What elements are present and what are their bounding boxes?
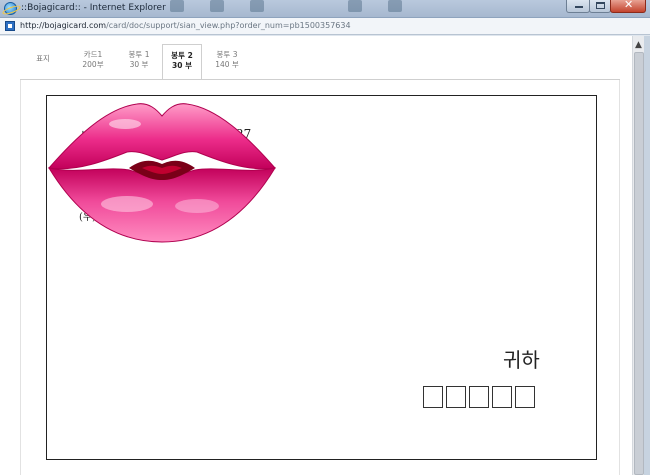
minimize-icon [575, 6, 583, 8]
tab-card1[interactable]: 카드1 200부 [70, 44, 116, 80]
preview-panel: 서 27 (우) 귀하 [20, 80, 620, 475]
postal-code-box [469, 386, 489, 408]
close-icon: ✕ [624, 0, 634, 11]
url-text[interactable]: http://bojagicard.com/card/doc/support/s… [20, 21, 351, 30]
page-viewport: 표지 카드1 200부 봉투 1 30 부 봉투 2 30 부 봉투 3 140… [0, 36, 632, 475]
background-taskbar-icons [170, 0, 410, 18]
tab-cover[interactable]: 표지 [20, 44, 66, 80]
tab-count: 30 부 [172, 61, 192, 70]
recipient-honorific: 귀하 [503, 348, 540, 372]
postal-code-box [492, 386, 512, 408]
tab-bar: 표지 카드1 200부 봉투 1 30 부 봉투 2 30 부 봉투 3 140… [20, 44, 620, 80]
url-host: http://bojagicard.com [20, 21, 107, 30]
vertical-scrollbar[interactable]: ▲ [632, 36, 644, 475]
tab-count: 30 부 [129, 60, 149, 69]
window-titlebar[interactable]: ::Bojagicard:: - Internet Explorer ✕ [0, 0, 650, 18]
tab-envelope1[interactable]: 봉투 1 30 부 [116, 44, 162, 80]
postal-code-box [423, 386, 443, 408]
window-border [644, 36, 650, 475]
postal-code-box [446, 386, 466, 408]
postal-code-box [515, 386, 535, 408]
scrollbar-thumb[interactable] [634, 52, 644, 475]
tab-count: 200부 [82, 60, 104, 69]
postal-code-boxes [423, 386, 535, 408]
url-path: /card/doc/support/sian_view.php?order_nu… [106, 21, 351, 30]
tab-label: 표지 [36, 54, 50, 63]
lips-sticker-icon [47, 103, 277, 243]
window-title: ::Bojagicard:: - Internet Explorer [21, 3, 166, 13]
tab-envelope3[interactable]: 봉투 3 140 부 [204, 44, 250, 80]
ie-icon [4, 2, 17, 15]
tab-label: 봉투 2 [171, 51, 193, 60]
tab-count: 140 부 [215, 60, 239, 69]
page-icon [5, 21, 15, 31]
tab-label: 카드1 [83, 50, 103, 59]
address-bar[interactable]: http://bojagicard.com/card/doc/support/s… [0, 18, 650, 35]
tab-envelope2[interactable]: 봉투 2 30 부 [162, 44, 202, 80]
close-button[interactable]: ✕ [610, 0, 646, 13]
maximize-icon [596, 2, 605, 9]
envelope-preview: 서 27 (우) 귀하 [46, 95, 597, 460]
scroll-up-icon[interactable]: ▲ [635, 40, 642, 50]
tab-label: 봉투 3 [216, 50, 238, 59]
minimize-button[interactable] [566, 0, 590, 13]
tab-label: 봉투 1 [128, 50, 150, 59]
maximize-button[interactable] [589, 0, 611, 13]
